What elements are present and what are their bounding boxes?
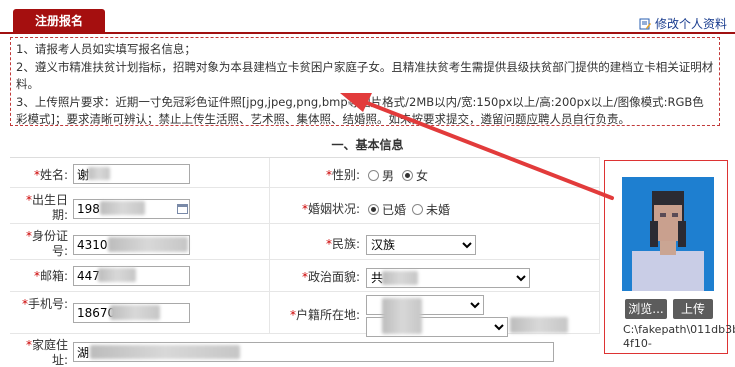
annotation-arrow: [340, 93, 614, 200]
